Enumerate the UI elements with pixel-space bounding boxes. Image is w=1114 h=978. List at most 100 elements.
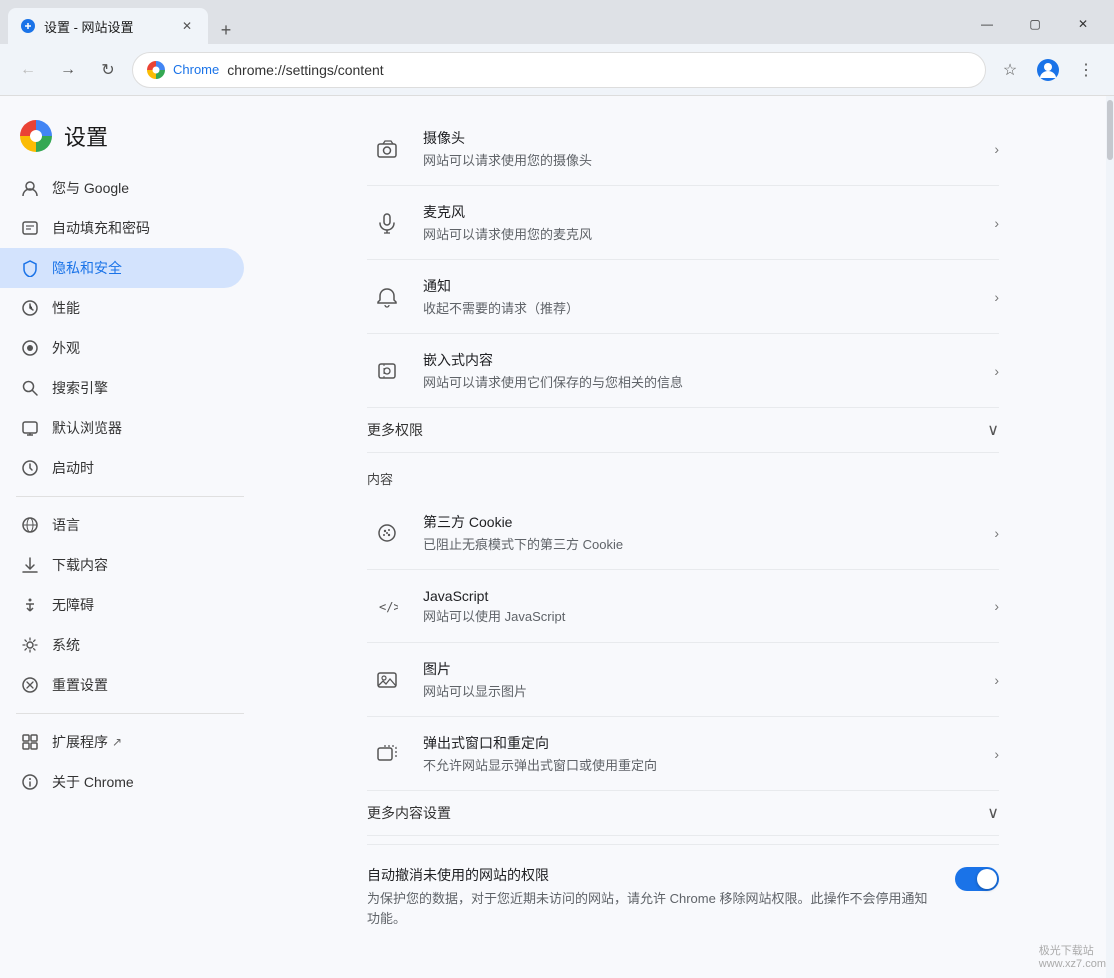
popups-content: 弹出式窗口和重定向 不允许网站显示弹出式窗口或使用重定向	[423, 733, 994, 774]
sidebar-item-autofill[interactable]: 自动填充和密码	[0, 208, 244, 248]
auto-revoke-desc: 为保护您的数据，对于您近期未访问的网站，请允许 Chrome 移除网站权限。此操…	[367, 889, 939, 928]
main-content: 摄像头 网站可以请求使用您的摄像头 › 麦克风 网站可以请求使用您的麦克风 ›	[260, 96, 1106, 978]
cookies-desc: 已阻止无痕模式下的第三方 Cookie	[423, 534, 994, 553]
extensions-label-row: 扩展程序 ↗	[52, 732, 122, 752]
toggle-on[interactable]	[955, 867, 999, 891]
active-tab[interactable]: 设置 - 网站设置 ✕	[8, 8, 208, 44]
sidebar-item-downloads[interactable]: 下载内容	[0, 545, 244, 585]
language-icon	[20, 515, 40, 535]
sidebar-item-about[interactable]: 关于 Chrome	[0, 762, 244, 802]
scrollbar-thumb[interactable]	[1107, 100, 1113, 160]
microphone-item[interactable]: 麦克风 网站可以请求使用您的麦克风 ›	[367, 186, 999, 260]
popups-item[interactable]: 弹出式窗口和重定向 不允许网站显示弹出式窗口或使用重定向 ›	[367, 717, 999, 791]
accessibility-icon	[20, 595, 40, 615]
sidebar-item-performance[interactable]: 性能	[0, 288, 244, 328]
close-button[interactable]: ✕	[1060, 8, 1106, 40]
address-bar[interactable]: Chrome chrome://settings/content	[132, 52, 986, 88]
javascript-item[interactable]: </> JavaScript 网站可以使用 JavaScript ›	[367, 570, 999, 643]
sidebar-item-extensions[interactable]: 扩展程序 ↗	[0, 722, 244, 762]
reload-button[interactable]: ↻	[92, 54, 124, 86]
chrome-label: Chrome	[173, 62, 219, 77]
sidebar-divider-2	[16, 713, 244, 714]
tab-bar: 设置 - 网站设置 ✕ + — ▢ ✕	[0, 0, 1114, 44]
popups-icon	[367, 734, 407, 774]
sidebar-item-reset[interactable]: 重置设置	[0, 665, 244, 705]
content-area: 摄像头 网站可以请求使用您的摄像头 › 麦克风 网站可以请求使用您的麦克风 ›	[343, 96, 1023, 960]
cookies-item[interactable]: 第三方 Cookie 已阻止无痕模式下的第三方 Cookie ›	[367, 496, 999, 570]
sidebar-divider	[16, 496, 244, 497]
embedded-arrow: ›	[994, 363, 999, 379]
menu-button[interactable]: ⋮	[1070, 54, 1102, 86]
images-desc: 网站可以显示图片	[423, 681, 994, 700]
sidebar-item-privacy[interactable]: 隐私和安全	[0, 248, 244, 288]
address-text: chrome://settings/content	[227, 62, 383, 78]
cookies-arrow: ›	[994, 525, 999, 541]
microphone-desc: 网站可以请求使用您的麦克风	[423, 224, 994, 243]
sidebar-item-label: 性能	[52, 298, 80, 318]
sidebar-item-google[interactable]: 您与 Google	[0, 168, 244, 208]
sidebar-item-label: 搜索引擎	[52, 378, 108, 398]
sidebar-item-startup[interactable]: 启动时	[0, 448, 244, 488]
javascript-icon: </>	[367, 586, 407, 626]
sidebar-item-default-browser[interactable]: 默认浏览器	[0, 408, 244, 448]
watermark: 极光下载站www.xz7.com	[1039, 942, 1106, 970]
auto-revoke-toggle[interactable]	[955, 867, 999, 891]
extensions-icon	[20, 732, 40, 752]
microphone-icon	[367, 203, 407, 243]
appearance-icon	[20, 338, 40, 358]
embedded-icon	[367, 351, 407, 391]
microphone-arrow: ›	[994, 215, 999, 231]
main-inner: 摄像头 网站可以请求使用您的摄像头 › 麦克风 网站可以请求使用您的麦克风 ›	[260, 96, 1106, 978]
tab-close-button[interactable]: ✕	[178, 17, 196, 35]
javascript-content: JavaScript 网站可以使用 JavaScript	[423, 588, 994, 625]
embedded-desc: 网站可以请求使用它们保存的与您相关的信息	[423, 372, 994, 391]
auto-revoke-row: 自动撤消未使用的网站的权限 为保护您的数据，对于您近期未访问的网站，请允许 Ch…	[367, 844, 999, 944]
embedded-item[interactable]: 嵌入式内容 网站可以请求使用它们保存的与您相关的信息 ›	[367, 334, 999, 408]
sidebar-item-label: 隐私和安全	[52, 258, 122, 278]
camera-icon	[367, 129, 407, 169]
notification-item[interactable]: 通知 收起不需要的请求（推荐） ›	[367, 260, 999, 334]
microphone-title: 麦克风	[423, 202, 994, 222]
sidebar-item-search[interactable]: 搜索引擎	[0, 368, 244, 408]
popups-arrow: ›	[994, 746, 999, 762]
profile-button[interactable]	[1032, 54, 1064, 86]
sidebar-item-label: 自动填充和密码	[52, 218, 150, 238]
images-item[interactable]: 图片 网站可以显示图片 ›	[367, 643, 999, 717]
javascript-arrow: ›	[994, 598, 999, 614]
sidebar-item-label: 外观	[52, 338, 80, 358]
notification-desc: 收起不需要的请求（推荐）	[423, 298, 994, 317]
maximize-button[interactable]: ▢	[1012, 8, 1058, 40]
downloads-icon	[20, 555, 40, 575]
sidebar-item-accessibility[interactable]: 无障碍	[0, 585, 244, 625]
chrome-logo	[20, 120, 52, 152]
privacy-icon	[20, 258, 40, 278]
embedded-content: 嵌入式内容 网站可以请求使用它们保存的与您相关的信息	[423, 350, 994, 391]
sidebar-item-label: 重置设置	[52, 675, 108, 695]
minimize-button[interactable]: —	[964, 8, 1010, 40]
sidebar: 设置 您与 Google 自动填充和密码 隐私和安全 性能	[0, 96, 260, 978]
more-permissions-row[interactable]: 更多权限 ∨	[367, 408, 999, 453]
sidebar-item-language[interactable]: 语言	[0, 505, 244, 545]
camera-content: 摄像头 网站可以请求使用您的摄像头	[423, 128, 994, 169]
default-browser-icon	[20, 418, 40, 438]
more-permissions-label: 更多权限	[367, 420, 987, 440]
google-icon	[20, 178, 40, 198]
sidebar-item-system[interactable]: 系统	[0, 625, 244, 665]
new-tab-button[interactable]: +	[212, 16, 240, 44]
sidebar-item-label: 扩展程序	[52, 732, 108, 752]
app-body: 设置 您与 Google 自动填充和密码 隐私和安全 性能	[0, 96, 1114, 978]
sidebar-item-appearance[interactable]: 外观	[0, 328, 244, 368]
camera-item[interactable]: 摄像头 网站可以请求使用您的摄像头 ›	[367, 112, 999, 186]
forward-button[interactable]: →	[52, 54, 84, 86]
bookmark-button[interactable]: ☆	[994, 54, 1026, 86]
auto-revoke-content: 自动撤消未使用的网站的权限 为保护您的数据，对于您近期未访问的网站，请允许 Ch…	[367, 865, 939, 928]
chevron-down-icon: ∨	[987, 420, 999, 440]
scrollbar-track[interactable]	[1106, 96, 1114, 978]
more-content-settings-row[interactable]: 更多内容设置 ∨	[367, 791, 999, 836]
sidebar-item-label: 下载内容	[52, 555, 108, 575]
back-button[interactable]: ←	[12, 54, 44, 86]
popups-desc: 不允许网站显示弹出式窗口或使用重定向	[423, 755, 994, 774]
tab-title: 设置 - 网站设置	[44, 17, 170, 36]
images-title: 图片	[423, 659, 994, 679]
javascript-title: JavaScript	[423, 588, 994, 604]
